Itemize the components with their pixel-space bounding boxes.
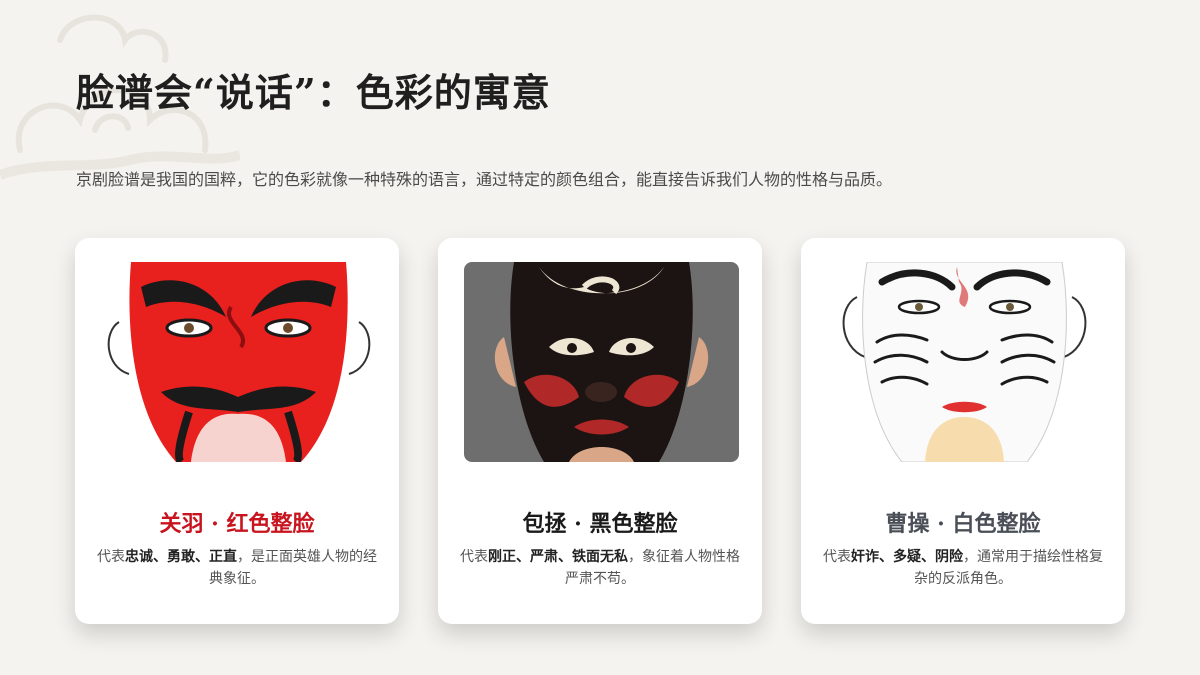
card-baozheng: 包拯 · 黑色整脸 代表刚正、严肃、铁面无私，象征着人物性格严肃不苟。 [438,238,762,624]
red-mask-icon [101,262,376,462]
intro-text: 京剧脸谱是我国的国粹，它的色彩就像一种特殊的语言，通过特定的颜色组合，能直接告诉… [76,170,893,189]
page-title: 脸谱会“说话”：色彩的寓意 [76,70,551,115]
desc-keywords: 忠诚、勇敢、正直 [125,549,237,565]
card-description: 代表忠诚、勇敢、正直，是正面英雄人物的经典象征。 [95,546,379,590]
desc-prefix: 代表 [97,549,125,565]
card-title: 曹操 · 白色整脸 [885,511,1041,537]
card-caocao: 曹操 · 白色整脸 代表奸诈、多疑、阴险，通常用于描绘性格复杂的反派角色。 [801,238,1125,624]
card-description: 代表刚正、严肃、铁面无私，象征着人物性格严肃不苟。 [458,546,742,590]
card-guanyu: 关羽 · 红色整脸 代表忠诚、勇敢、正直，是正面英雄人物的经典象征。 [75,238,399,624]
desc-prefix: 代表 [823,549,851,565]
desc-prefix: 代表 [460,549,488,565]
card-title: 包拯 · 黑色整脸 [522,511,678,537]
card-title: 关羽 · 红色整脸 [159,511,315,537]
desc-keywords: 刚正、严肃、铁面无私 [488,549,628,565]
card-description: 代表奸诈、多疑、阴险，通常用于描绘性格复杂的反派角色。 [821,546,1105,590]
white-mask-icon [827,262,1102,462]
black-mask-icon [464,262,739,462]
desc-keywords: 奸诈、多疑、阴险 [851,549,963,565]
